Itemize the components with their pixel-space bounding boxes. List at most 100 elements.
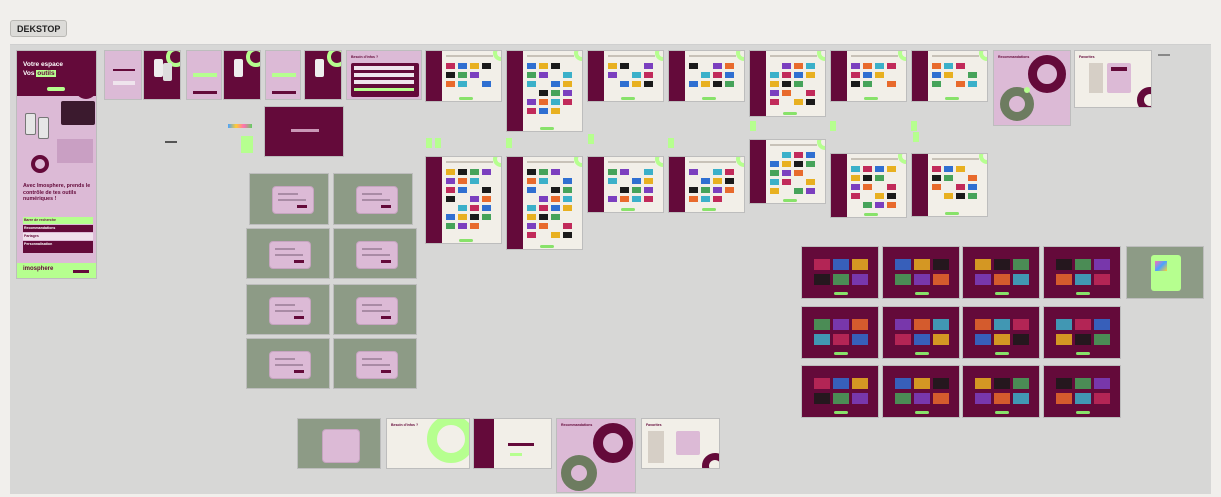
gallery-thumb[interactable] — [1013, 259, 1029, 270]
form-modal[interactable] — [272, 186, 314, 214]
mobile-frame-1[interactable] — [104, 50, 142, 100]
form-submit-button[interactable] — [381, 316, 391, 319]
gallery-thumb[interactable] — [1075, 393, 1091, 404]
mobile-frame-4[interactable] — [223, 50, 261, 100]
gallery-thumb[interactable] — [814, 378, 830, 389]
search-help-frame[interactable]: Besoin d'infos ? — [346, 50, 422, 100]
gallery-pagination[interactable] — [1076, 292, 1090, 295]
content-thumb[interactable] — [851, 72, 860, 78]
bottom-browser-frame[interactable] — [473, 418, 552, 469]
content-thumb[interactable] — [458, 81, 467, 87]
gallery-thumb[interactable] — [1013, 393, 1029, 404]
bottom-login-modal[interactable] — [297, 418, 381, 469]
desktop-screen-15[interactable] — [830, 153, 907, 218]
content-thumb[interactable] — [620, 63, 629, 69]
gallery-thumb[interactable] — [1094, 319, 1110, 330]
pagination[interactable] — [944, 212, 959, 215]
content-thumb[interactable] — [458, 187, 467, 193]
frame-label[interactable]: DEKSTOP — [10, 20, 68, 37]
content-thumb[interactable] — [551, 90, 560, 96]
gallery-thumb[interactable] — [1094, 393, 1110, 404]
content-thumb[interactable] — [446, 81, 455, 87]
content-thumb[interactable] — [551, 169, 560, 175]
gallery-screen[interactable] — [1043, 365, 1121, 418]
content-thumb[interactable] — [794, 99, 803, 105]
gallery-thumb[interactable] — [833, 334, 849, 345]
gallery-thumb[interactable] — [833, 393, 849, 404]
content-thumb[interactable] — [470, 72, 479, 78]
content-thumb[interactable] — [689, 169, 698, 175]
form-submit-button[interactable] — [294, 260, 304, 263]
gallery-thumb[interactable] — [914, 319, 930, 330]
gallery-screen[interactable] — [962, 306, 1040, 359]
content-thumb[interactable] — [932, 184, 941, 190]
pagination[interactable] — [458, 239, 473, 242]
content-thumb[interactable] — [632, 196, 641, 202]
content-thumb[interactable] — [725, 169, 734, 175]
gallery-pagination[interactable] — [834, 292, 848, 295]
gallery-pagination[interactable] — [834, 352, 848, 355]
content-thumb[interactable] — [713, 187, 722, 193]
pagination[interactable] — [944, 97, 959, 100]
content-thumb[interactable] — [794, 63, 803, 69]
content-thumb[interactable] — [968, 193, 977, 199]
form-modal[interactable] — [269, 351, 311, 379]
pagination[interactable] — [701, 97, 716, 100]
content-thumb[interactable] — [944, 193, 953, 199]
content-thumb[interactable] — [551, 81, 560, 87]
pagination[interactable] — [782, 112, 797, 115]
content-thumb[interactable] — [725, 81, 734, 87]
content-thumb[interactable] — [875, 166, 884, 172]
content-thumb[interactable] — [968, 175, 977, 181]
content-thumb[interactable] — [887, 63, 896, 69]
form-modal[interactable] — [356, 297, 398, 325]
sage-modal-frame[interactable] — [333, 284, 417, 335]
content-thumb[interactable] — [551, 232, 560, 238]
content-thumb[interactable] — [713, 169, 722, 175]
mobile-frame-3[interactable] — [186, 50, 222, 100]
content-thumb[interactable] — [644, 81, 653, 87]
content-thumb[interactable] — [482, 196, 491, 202]
content-thumb[interactable] — [458, 169, 467, 175]
sage-modal-frame[interactable] — [333, 338, 417, 389]
content-thumb[interactable] — [794, 81, 803, 87]
gallery-thumb[interactable] — [933, 378, 949, 389]
gallery-pagination[interactable] — [1076, 352, 1090, 355]
content-thumb[interactable] — [527, 169, 536, 175]
content-thumb[interactable] — [806, 63, 815, 69]
gallery-screen[interactable] — [882, 246, 960, 299]
content-thumb[interactable] — [620, 169, 629, 175]
gallery-thumb[interactable] — [852, 393, 868, 404]
content-thumb[interactable] — [863, 72, 872, 78]
content-thumb[interactable] — [806, 90, 815, 96]
gallery-thumb[interactable] — [933, 259, 949, 270]
gallery-thumb[interactable] — [833, 378, 849, 389]
gallery-thumb[interactable] — [1075, 274, 1091, 285]
content-thumb[interactable] — [446, 63, 455, 69]
content-thumb[interactable] — [806, 161, 815, 167]
content-thumb[interactable] — [539, 214, 548, 220]
content-thumb[interactable] — [551, 108, 560, 114]
mobile-frame-6[interactable] — [304, 50, 342, 100]
gallery-screen[interactable] — [801, 365, 879, 418]
content-thumb[interactable] — [794, 170, 803, 176]
desktop-screen-10[interactable] — [425, 156, 502, 244]
desktop-screen-16[interactable] — [911, 153, 988, 217]
content-thumb[interactable] — [539, 90, 548, 96]
content-thumb[interactable] — [446, 187, 455, 193]
gallery-thumb[interactable] — [895, 334, 911, 345]
gallery-pagination[interactable] — [995, 292, 1009, 295]
content-thumb[interactable] — [563, 223, 572, 229]
content-thumb[interactable] — [944, 63, 953, 69]
sage-modal-frame[interactable] — [333, 173, 413, 225]
content-thumb[interactable] — [563, 81, 572, 87]
content-thumb[interactable] — [701, 81, 710, 87]
content-thumb[interactable] — [770, 72, 779, 78]
menu-item-personalization[interactable]: Personnalisation — [23, 241, 93, 253]
content-thumb[interactable] — [608, 196, 617, 202]
gallery-thumb[interactable] — [933, 319, 949, 330]
content-thumb[interactable] — [539, 205, 548, 211]
content-thumb[interactable] — [689, 63, 698, 69]
content-thumb[interactable] — [782, 72, 791, 78]
content-thumb[interactable] — [446, 196, 455, 202]
